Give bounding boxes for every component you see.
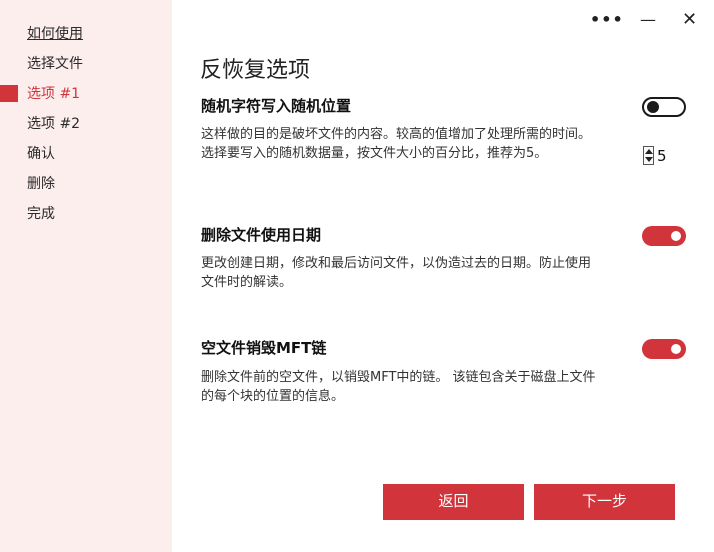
toggle-knob: [671, 231, 681, 241]
sidebar-item-select-files[interactable]: 选择文件: [0, 52, 172, 76]
toggle-knob: [647, 101, 659, 113]
next-button[interactable]: 下一步: [534, 484, 675, 520]
sidebar-item-finish[interactable]: 完成: [0, 202, 172, 226]
sidebar-item-delete[interactable]: 删除: [0, 172, 172, 196]
stepper-value: 5: [657, 147, 667, 165]
option-delete-dates-toggle[interactable]: [642, 226, 686, 246]
random-data-percent-stepper[interactable]: 5: [643, 145, 673, 167]
page-title: 反恢复选项: [200, 58, 311, 83]
arrow-down-icon[interactable]: [645, 157, 653, 162]
sidebar-item-options-1[interactable]: 选项 #1: [0, 82, 172, 106]
sidebar-item-label: 选项 #2: [27, 116, 81, 132]
sidebar-item-how-to-use[interactable]: 如何使用: [0, 22, 172, 46]
option-delete-dates-description: 更改创建日期，修改和最后访问文件，以伪造过去的日期。防止使用文件时的解读。: [201, 256, 592, 290]
option-random-chars-title: 随机字符写入随机位置: [201, 97, 352, 115]
arrow-up-icon[interactable]: [645, 149, 653, 154]
sidebar-item-label: 如何使用: [27, 26, 83, 42]
option-mft-chain-description: 删除文件前的空文件，以销毁MFT中的链。 该链包含关于磁盘上文件的每个块的位置的…: [201, 370, 596, 404]
close-icon[interactable]: ✕: [682, 10, 697, 30]
stepper-arrows[interactable]: [643, 146, 654, 165]
more-options-icon[interactable]: •••: [590, 10, 624, 30]
minimize-icon[interactable]: —: [640, 10, 656, 30]
option-mft-chain-toggle[interactable]: [642, 339, 686, 359]
sidebar-item-label: 完成: [27, 206, 55, 222]
sidebar: 如何使用 选择文件 选项 #1 选项 #2 确认 删除 完成: [0, 0, 172, 552]
option-delete-dates-title: 删除文件使用日期: [201, 226, 322, 244]
option-random-chars-description: 这样做的目的是破坏文件的内容。较高的值增加了处理所需的时间。 选择要写入的随机数…: [201, 127, 592, 161]
option-mft-chain-title: 空文件销毁MFT链: [201, 339, 327, 357]
toggle-knob: [671, 344, 681, 354]
sidebar-item-confirm[interactable]: 确认: [0, 142, 172, 166]
sidebar-item-options-2[interactable]: 选项 #2: [0, 112, 172, 136]
sidebar-item-label: 选择文件: [27, 56, 83, 72]
sidebar-item-label: 选项 #1: [27, 86, 81, 102]
back-button[interactable]: 返回: [383, 484, 524, 520]
option-random-chars-toggle[interactable]: [642, 97, 686, 117]
sidebar-item-label: 删除: [27, 176, 55, 192]
sidebar-item-label: 确认: [27, 146, 55, 162]
